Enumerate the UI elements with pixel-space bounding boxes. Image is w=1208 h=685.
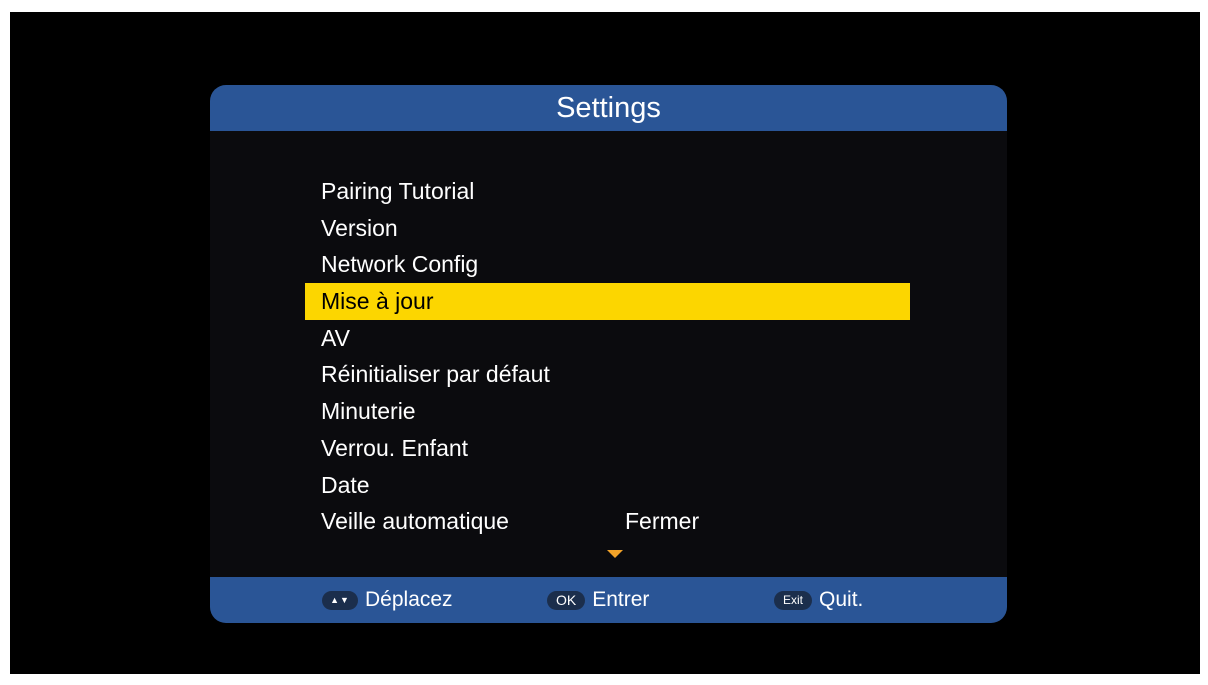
menu-item-date[interactable]: Date (305, 467, 910, 504)
footer-hint-bar: ▲▼ Déplacez OK Entrer Exit Quit. (210, 577, 1007, 623)
menu-item-label: Pairing Tutorial (321, 178, 475, 204)
menu-item-veille-automatique[interactable]: Veille automatique Fermer (305, 503, 910, 540)
menu-item-label: Date (321, 471, 370, 498)
menu-item-mise-a-jour[interactable]: Mise à jour (305, 283, 910, 320)
menu-item-label: Network Config (321, 251, 479, 278)
menu-item-av[interactable]: AV (305, 320, 910, 357)
hint-move: ▲▼ Déplacez (322, 577, 453, 623)
hint-ok: OK Entrer (547, 577, 649, 623)
menu-item-label: AV (321, 324, 350, 351)
menu-item-label: Réinitialiser par défaut (321, 361, 550, 388)
hint-move-label: Déplacez (365, 588, 453, 611)
menu-item-value: Fermer (625, 508, 700, 535)
menu-item-network-config[interactable]: Network Config (305, 246, 910, 283)
menu-item-label: Minuterie (321, 398, 416, 425)
menu-item-label: Veille automatique (321, 508, 509, 535)
dialog-title: Settings (210, 85, 1007, 131)
hint-ok-label: Entrer (592, 588, 650, 611)
up-down-arrows-icon: ▲▼ (322, 590, 358, 610)
hint-exit: Exit Quit. (774, 577, 863, 623)
settings-dialog: Settings Pairing Tutorial Version Networ… (210, 85, 1007, 623)
menu-item-verrou-enfant[interactable]: Verrou. Enfant (305, 430, 910, 467)
ok-key-icon: OK (547, 590, 586, 610)
menu-item-label: Verrou. Enfant (321, 434, 469, 461)
menu-item-version[interactable]: Version (305, 210, 910, 247)
menu-item-minuterie[interactable]: Minuterie (305, 393, 910, 430)
down-arrow-icon[interactable] (607, 550, 623, 558)
menu-item-label: Version (321, 214, 398, 241)
menu-item-label: Mise à jour (321, 288, 434, 315)
hint-exit-label: Quit. (819, 588, 864, 611)
settings-menu: Pairing Tutorial Version Network Config … (305, 173, 910, 540)
exit-key-icon: Exit (774, 590, 813, 610)
menu-item-pairing-tutorial[interactable]: Pairing Tutorial (305, 173, 910, 210)
tv-screen: Settings Pairing Tutorial Version Networ… (10, 12, 1200, 674)
menu-item-reinitialiser[interactable]: Réinitialiser par défaut (305, 356, 910, 393)
